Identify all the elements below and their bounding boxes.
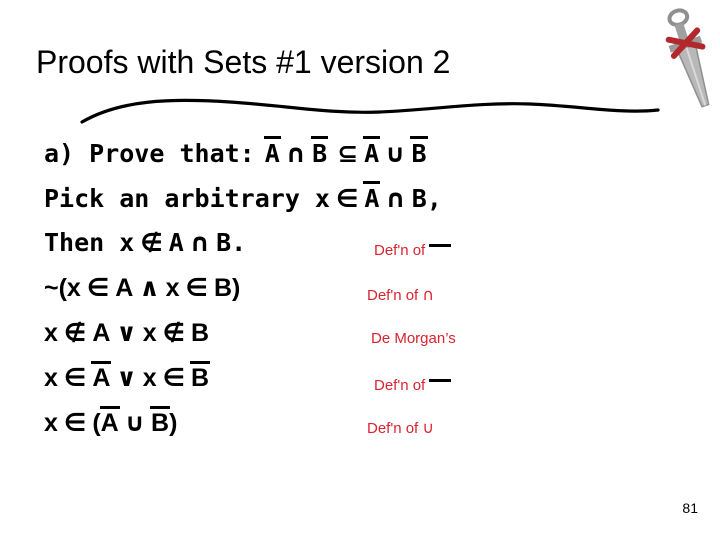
intersection-icon: ∩: [422, 285, 435, 304]
union-icon: ∪: [124, 408, 146, 437]
line-neg-set-b: B): [213, 274, 241, 302]
line-pick-text: Pick an arbitrary x: [44, 184, 330, 213]
element-of-icon: ∈: [162, 363, 186, 392]
line-a-prefix: a) Prove that:: [44, 139, 255, 168]
proof-line-union: x ∈ (A ∪ B) Def'n of ∪: [44, 406, 684, 453]
line-pick-set-a: A: [363, 181, 381, 213]
intersection-icon: ∩: [285, 139, 307, 168]
justification-4: Def'n of: [374, 377, 452, 394]
logical-or-icon: ∨: [116, 363, 137, 392]
logical-and-icon: ∧: [139, 273, 160, 302]
line-then-set-a: A: [168, 228, 184, 257]
line-dm-var2: x: [142, 319, 157, 347]
page-title: Proofs with Sets #1 version 2: [36, 44, 451, 80]
page-number: 81: [682, 500, 698, 516]
line-a-set-a1: A: [263, 136, 281, 168]
subset-icon: ⊆: [337, 139, 359, 168]
overline-bar-icon: [429, 379, 452, 393]
proof-line-a: a) Prove that: A ∩ B ⊆ A ∪ B: [44, 136, 684, 183]
line-then-set-b: B.: [216, 228, 247, 257]
squiggle-underline-icon: [80, 98, 660, 124]
line-dm-var1: x: [44, 319, 58, 347]
not-element-of-icon: ∉: [162, 318, 186, 347]
slide-canvas: Proofs with Sets #1 version 2 a) Prove t…: [0, 0, 720, 540]
justification-3: De Morgan’s: [371, 330, 456, 347]
intersection-icon: ∩: [385, 184, 406, 213]
proof-line-negation: ~(x ∈ A ∧ x ∈ B) Def'n of ∩: [44, 273, 684, 318]
not-element-of-icon: ∉: [140, 228, 163, 257]
line-c-var2: x: [142, 364, 157, 392]
not-element-of-icon: ∉: [63, 318, 87, 347]
overline-bar-icon: [429, 244, 452, 258]
line-c-set-a: A: [91, 361, 112, 392]
element-of-icon: ∈: [86, 273, 110, 302]
line-u-paren-open: (: [92, 409, 101, 437]
line-u-var: x: [44, 409, 58, 437]
proof-line-then: Then x ∉ A ∩ B. Def'n of: [44, 228, 684, 273]
proof-line-pick: Pick an arbitrary x ∈ A ∩ B,: [44, 181, 684, 228]
justification-5: Def'n of ∪: [367, 418, 435, 437]
proof-line-demorgan: x ∉ A ∨ x ∉ B De Morgan’s: [44, 318, 684, 363]
line-neg-set-a: A: [115, 274, 134, 302]
line-neg-text: ~(x: [44, 274, 81, 302]
element-of-icon: ∈: [63, 408, 87, 437]
line-dm-set-b: B: [191, 319, 210, 347]
proof-body: a) Prove that: A ∩ B ⊆ A ∪ B Pick an arbitrary …: [44, 136, 684, 453]
dagger-icon: [665, 8, 710, 108]
line-a-set-b1: B: [311, 136, 329, 168]
element-of-icon: ∈: [185, 273, 208, 302]
logical-or-icon: ∨: [116, 318, 137, 347]
line-neg-var: x: [165, 274, 180, 302]
line-c-var1: x: [44, 364, 58, 392]
union-icon: ∪: [422, 418, 435, 437]
proof-line-complement: x ∈ A ∨ x ∈ B Def'n of: [44, 361, 684, 408]
line-pick-set-b: B,: [411, 184, 442, 213]
element-of-icon: ∈: [63, 363, 87, 392]
line-u-set-b: B: [150, 406, 171, 437]
line-a-set-a2: A: [363, 136, 381, 168]
union-icon: ∪: [385, 139, 406, 168]
element-of-icon: ∈: [335, 184, 359, 213]
line-u-paren-close: ): [169, 409, 178, 437]
justification-2: Def'n of ∩: [367, 285, 435, 304]
line-dm-set-a: A: [92, 319, 111, 347]
line-c-set-b: B: [190, 361, 211, 392]
intersection-icon: ∩: [189, 228, 211, 257]
line-a-set-b2: B: [410, 136, 428, 168]
justification-1: Def'n of: [374, 242, 452, 259]
line-then-text: Then x: [44, 228, 135, 257]
line-u-set-a: A: [99, 406, 120, 437]
